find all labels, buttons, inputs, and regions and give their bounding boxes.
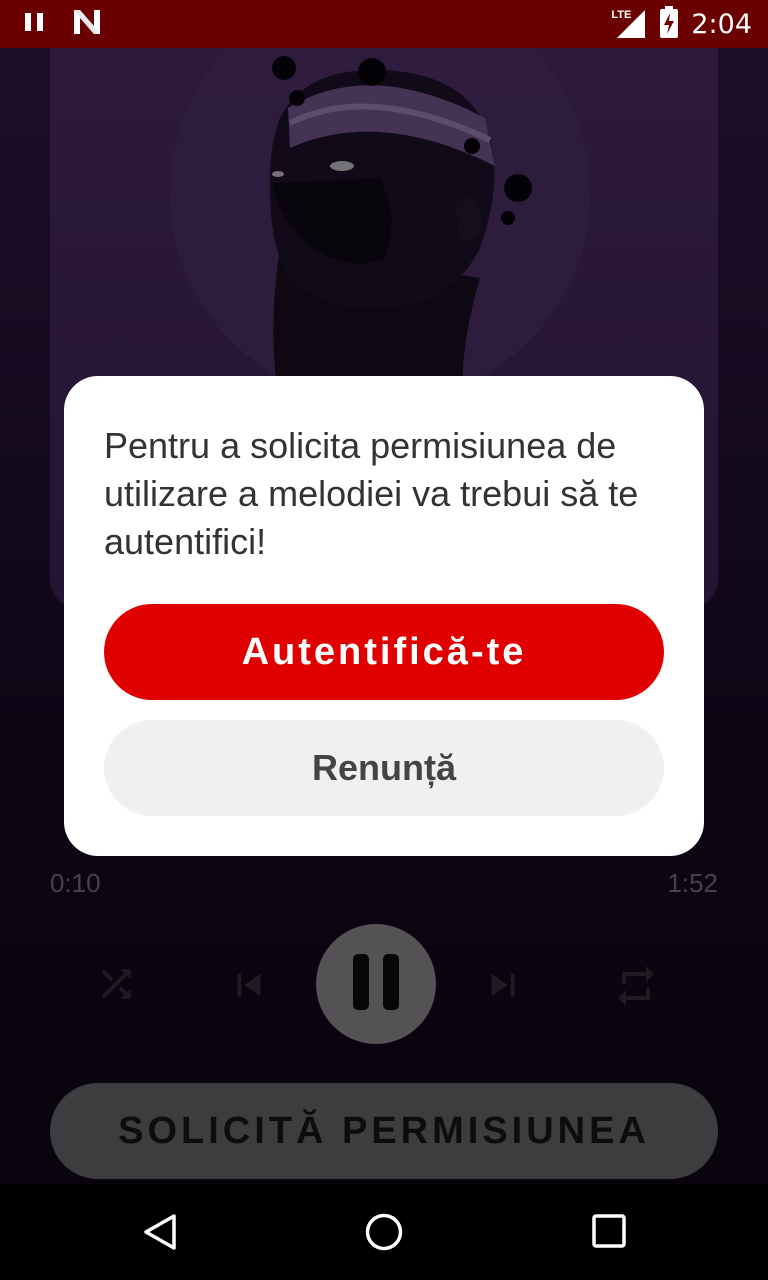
status-bar: LTE 2:04 (0, 0, 768, 48)
login-required-dialog: Pentru a solicita permisiunea de utiliza… (64, 376, 704, 856)
login-button[interactable]: Autentifică-te (104, 604, 664, 700)
home-icon[interactable] (364, 1212, 404, 1252)
back-icon[interactable] (140, 1212, 180, 1252)
cancel-button[interactable]: Renunță (104, 720, 664, 816)
lte-signal-icon: LTE (611, 8, 647, 40)
dialog-message: Pentru a solicita permisiunea de utiliza… (104, 425, 639, 562)
n-notification-icon (72, 8, 102, 41)
recents-icon[interactable] (590, 1212, 630, 1252)
pause-icon (24, 12, 46, 37)
navigation-bar (0, 1184, 768, 1280)
battery-charging-icon (659, 5, 679, 43)
clock: 2:04 (691, 8, 752, 40)
